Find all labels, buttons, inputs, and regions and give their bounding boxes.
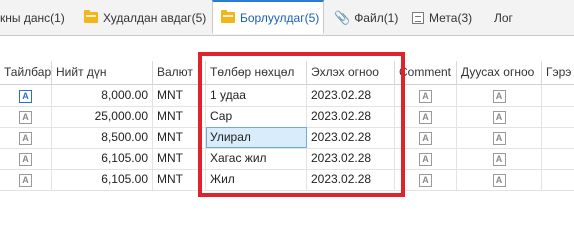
description-cell[interactable]: A (0, 85, 52, 106)
amount-cell[interactable]: 6,105.00 (52, 148, 153, 169)
start-date-cell[interactable]: 2023.02.28 (307, 127, 395, 148)
end-date-icon[interactable]: A (492, 174, 506, 187)
text-edit-icon[interactable]: A (19, 174, 32, 187)
tab-sales[interactable]: Борлуулдаг(5) (212, 0, 324, 34)
meta-icon (412, 11, 424, 24)
contract-cell[interactable] (542, 169, 574, 190)
description-cell[interactable]: A (0, 169, 52, 190)
contract-cell[interactable] (542, 127, 574, 148)
currency-cell[interactable]: MNT (153, 169, 206, 190)
text-edit-icon[interactable]: A (19, 132, 32, 145)
tab-bar: кны данс(1) Худалдан авдаг(5) Борлуулдаг… (0, 0, 574, 36)
end-date-cell[interactable]: A (457, 127, 542, 148)
tab-label: Мета(3) (429, 10, 473, 25)
comment-icon[interactable]: A (419, 174, 432, 187)
comment-cell[interactable]: A (395, 127, 457, 148)
column-header-currency[interactable]: Валют (153, 61, 206, 84)
contract-cell[interactable] (542, 106, 574, 127)
payment-terms-cell[interactable]: Сар (206, 106, 307, 127)
end-date-icon[interactable]: A (492, 90, 506, 103)
payment-terms-cell[interactable]: Улирал (206, 127, 307, 148)
currency-cell[interactable]: MNT (153, 85, 206, 106)
start-date-cell[interactable]: 2023.02.28 (307, 85, 395, 106)
tab-log[interactable]: Лог (494, 0, 524, 35)
currency-cell[interactable]: MNT (153, 106, 206, 127)
column-header-contract[interactable]: Гэрэ (542, 61, 574, 84)
paperclip-icon: 📎 (334, 9, 351, 25)
comment-cell[interactable]: A (395, 148, 457, 169)
description-cell[interactable]: A (0, 127, 52, 148)
description-cell[interactable]: A (0, 148, 52, 169)
end-date-cell[interactable]: A (457, 148, 542, 169)
comment-icon[interactable]: A (419, 132, 432, 145)
column-header-comment[interactable]: Comment (395, 61, 457, 84)
end-date-cell[interactable]: A (457, 106, 542, 127)
end-date-cell[interactable]: A (457, 85, 542, 106)
column-header-total[interactable]: Нийт дүн (52, 61, 153, 84)
currency-cell[interactable]: MNT (153, 127, 206, 148)
column-header-description[interactable]: Тайлбар (0, 61, 52, 84)
text-edit-icon[interactable]: A (19, 90, 32, 103)
comment-icon[interactable]: A (419, 90, 432, 103)
tab-label: Борлуулдаг(5) (240, 10, 320, 25)
tab-label: Худалдан авдаг(5) (103, 10, 207, 25)
tab-label: кны данс(1) (0, 10, 65, 25)
tab-purchases[interactable]: Худалдан авдаг(5) (84, 0, 210, 35)
folder-icon (84, 10, 98, 23)
column-header-payment-terms[interactable]: Төлбөр нөхцөл (206, 61, 307, 84)
payment-terms-cell[interactable]: Жил (206, 169, 307, 190)
comment-icon[interactable]: A (419, 153, 432, 166)
text-edit-icon[interactable]: A (19, 111, 32, 124)
end-date-icon[interactable]: A (492, 111, 506, 124)
tab-files[interactable]: 📎 Файл(1) (334, 0, 400, 35)
amount-cell[interactable]: 8,500.00 (52, 127, 153, 148)
start-date-cell[interactable]: 2023.02.28 (307, 148, 395, 169)
payment-terms-cell[interactable]: 1 удаа (206, 85, 307, 106)
amount-cell[interactable]: 25,000.00 (52, 106, 153, 127)
amount-cell[interactable]: 6,105.00 (52, 169, 153, 190)
end-date-cell[interactable]: A (457, 169, 542, 190)
description-cell[interactable]: A (0, 106, 52, 127)
payment-terms-cell[interactable]: Хагас жил (206, 148, 307, 169)
tab-label: Файл(1) (354, 10, 399, 25)
comment-cell[interactable]: A (395, 106, 457, 127)
start-date-cell[interactable]: 2023.02.28 (307, 169, 395, 190)
currency-cell[interactable]: MNT (153, 148, 206, 169)
contract-cell[interactable] (542, 148, 574, 169)
comment-cell[interactable]: A (395, 169, 457, 190)
amount-cell[interactable]: 8,000.00 (52, 85, 153, 106)
column-header-end-date[interactable]: Дуусах огноо (457, 61, 542, 84)
tab-meta[interactable]: Мета(3) (412, 0, 478, 35)
text-edit-icon[interactable]: A (19, 153, 32, 166)
folder-icon (221, 10, 235, 23)
comment-icon[interactable]: A (419, 111, 432, 124)
tab-label: Лог (494, 10, 513, 25)
comment-cell[interactable]: A (395, 85, 457, 106)
column-header-start-date[interactable]: Эхлэх огноо (307, 61, 395, 84)
end-date-icon[interactable]: A (492, 132, 506, 145)
contract-cell[interactable] (542, 85, 574, 106)
start-date-cell[interactable]: 2023.02.28 (307, 106, 395, 127)
end-date-icon[interactable]: A (492, 153, 506, 166)
tab-accounts[interactable]: кны данс(1) (0, 0, 78, 35)
